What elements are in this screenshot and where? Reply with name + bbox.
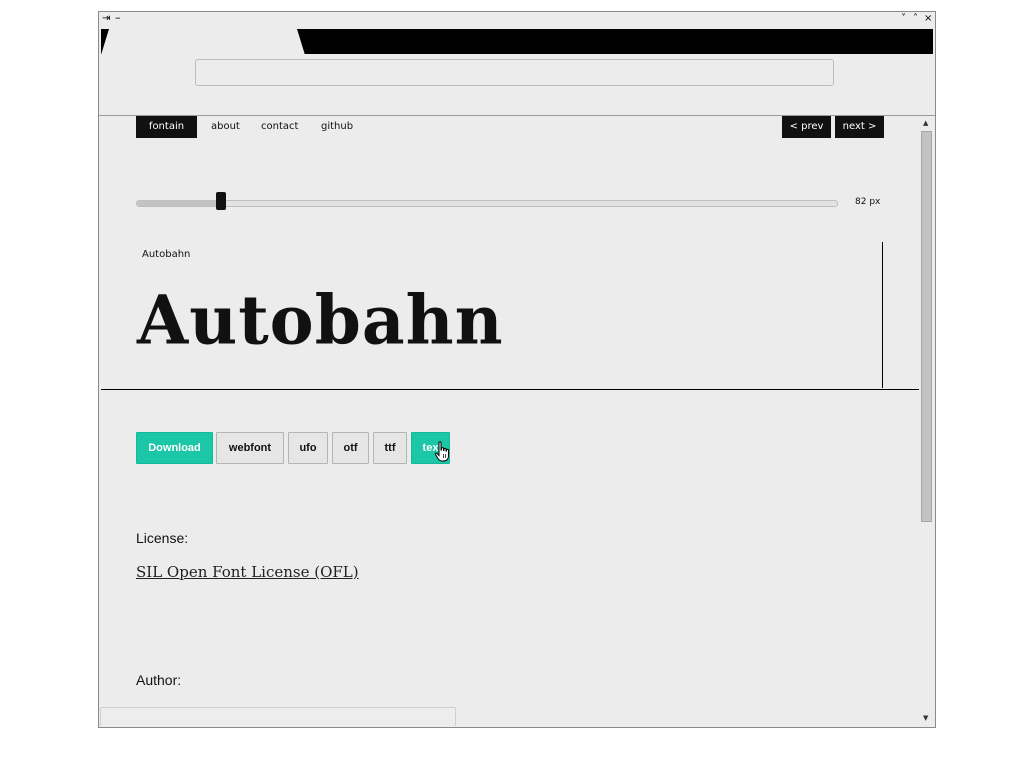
nav-item-github[interactable]: github (321, 116, 353, 138)
webfont-button[interactable]: webfont (216, 432, 284, 464)
ufo-button[interactable]: ufo (288, 432, 328, 464)
nav-item-contact[interactable]: contact (261, 116, 298, 138)
font-sample-text[interactable]: Autobahn (137, 279, 504, 361)
minimize-icon[interactable]: – (115, 12, 121, 25)
scroll-up-icon[interactable]: ▲ (923, 119, 928, 127)
author-label: Author: (136, 672, 182, 688)
font-name-label: Autobahn (142, 249, 191, 260)
vertical-scrollbar[interactable]: ▲ ▼ (919, 116, 935, 727)
license-link[interactable]: SIL Open Font License (OFL) (136, 563, 359, 581)
otf-button[interactable]: otf (332, 432, 369, 464)
hand-pointer-icon (434, 441, 449, 462)
expand-icon[interactable]: ˄ (913, 12, 918, 26)
slider-fill (137, 201, 221, 206)
next-button[interactable]: next > (835, 116, 884, 138)
ttf-button[interactable]: ttf (373, 432, 407, 464)
prev-button[interactable]: < prev (782, 116, 831, 138)
pin-icon[interactable]: ⇥ (102, 12, 110, 26)
active-tab[interactable] (101, 29, 305, 55)
title-bar: ⇥ – ˅ ˄ × (99, 12, 935, 26)
status-bar (100, 707, 456, 726)
close-icon[interactable]: × (924, 12, 932, 26)
address-bar[interactable] (195, 59, 834, 86)
size-slider[interactable] (136, 192, 838, 210)
preview-divider-vertical (882, 242, 883, 388)
scroll-down-icon[interactable]: ▼ (923, 714, 928, 722)
nav-item-about[interactable]: about (211, 116, 240, 138)
nav-item-fontain[interactable]: fontain (136, 116, 197, 138)
size-value-label: 82 px (855, 197, 881, 207)
license-label: License: (136, 530, 189, 546)
scroll-thumb[interactable] (921, 131, 932, 522)
slider-thumb[interactable] (216, 192, 226, 210)
download-button[interactable]: Download (136, 432, 213, 464)
collapse-icon[interactable]: ˅ (901, 12, 906, 26)
browser-window: ⇥ – ˅ ˄ × fontain about contact github <… (98, 11, 936, 728)
preview-divider-horizontal (101, 389, 919, 390)
